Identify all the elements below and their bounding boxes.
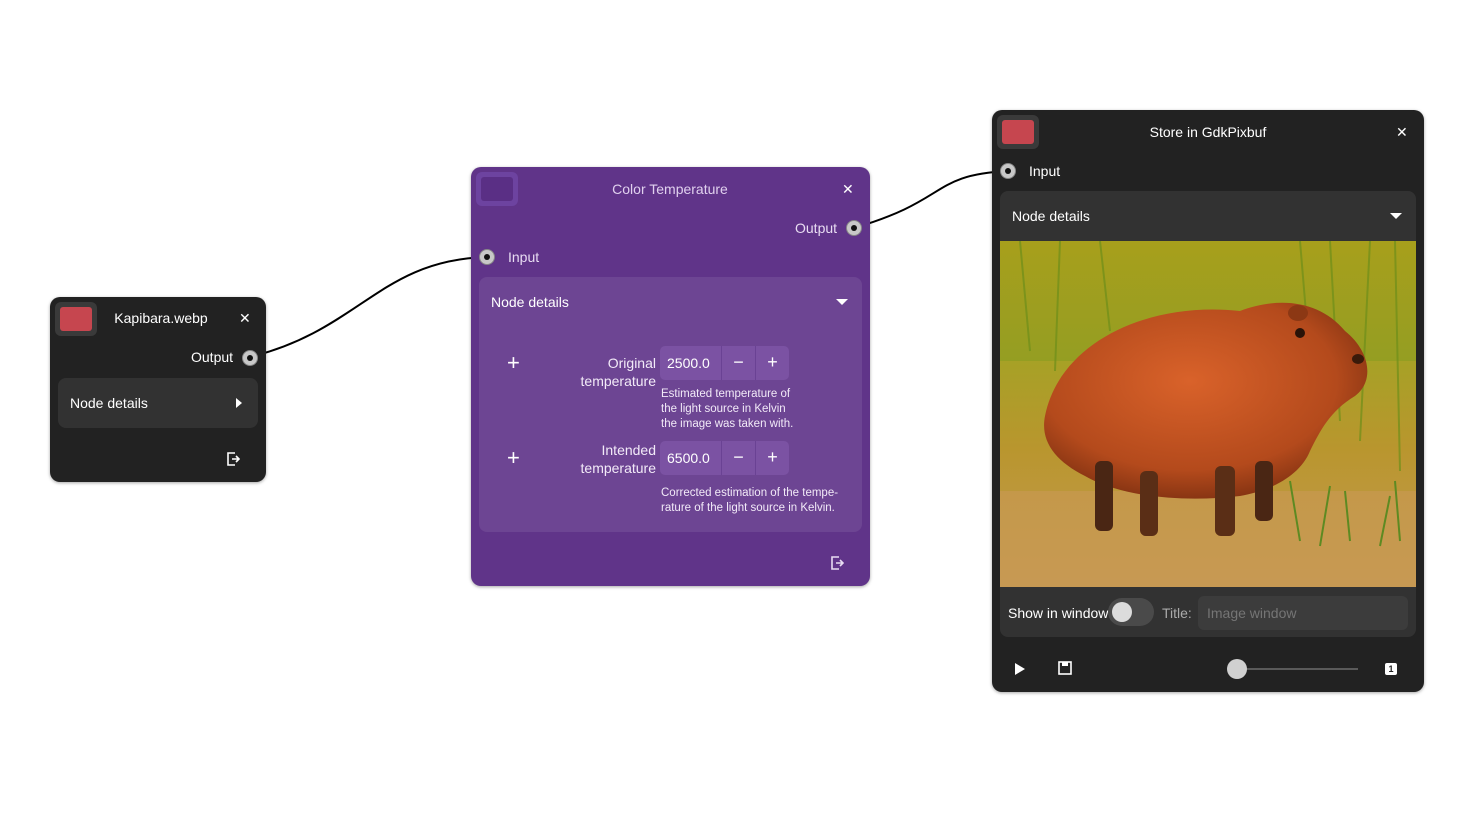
input-port[interactable] [1000, 163, 1016, 179]
original-temperature-spin[interactable]: 2500.0 − + [660, 346, 789, 380]
decrement-button[interactable]: − [722, 441, 756, 475]
node-kapibara[interactable]: Kapibara.webp ✕ Output Node details [50, 297, 266, 482]
node-color-button[interactable] [55, 302, 97, 336]
input-port[interactable] [479, 249, 495, 265]
output-label: Output [191, 349, 234, 365]
save-icon[interactable] [1058, 661, 1072, 675]
intended-temperature-description: Corrected estimation of the tempe-rature… [661, 487, 839, 514]
chevron-down-icon [1390, 213, 1402, 219]
input-label: Input [1029, 163, 1061, 179]
node-store-gdkpixbuf[interactable]: Store in GdkPixbuf ✕ Input Node details [992, 110, 1424, 692]
export-icon[interactable] [830, 556, 844, 570]
node-details-expander[interactable]: Node details [1000, 191, 1416, 637]
node-details-expander[interactable]: Node details [58, 378, 258, 428]
chevron-down-icon [836, 299, 848, 305]
node-details-label: Node details [1012, 208, 1090, 224]
color-swatch [60, 307, 92, 331]
export-icon[interactable] [226, 452, 240, 466]
show-in-window-switch[interactable] [1108, 598, 1154, 626]
node-color-button[interactable] [476, 172, 518, 206]
close-icon[interactable]: ✕ [842, 181, 854, 198]
increment-button[interactable]: + [756, 346, 789, 380]
color-swatch [1002, 120, 1034, 144]
output-label: Output [795, 220, 838, 236]
node-details-expander[interactable]: Node details + Original temperature 2500… [479, 277, 862, 532]
color-swatch [481, 177, 513, 201]
chevron-right-icon [236, 398, 242, 408]
add-keyframe-icon[interactable]: + [507, 447, 520, 469]
fit-icon[interactable]: 1 [1385, 663, 1397, 675]
decrement-button[interactable]: − [722, 346, 756, 380]
node-title: Store in GdkPixbuf [1149, 124, 1267, 140]
node-details-label: Node details [70, 395, 148, 411]
output-port[interactable] [242, 350, 258, 366]
intended-temperature-label: Intended temperature [580, 442, 656, 476]
add-keyframe-icon[interactable]: + [507, 352, 520, 374]
node-color-temperature[interactable]: Color Temperature ✕ Output Input Node de… [471, 167, 870, 586]
close-icon[interactable]: ✕ [239, 310, 251, 327]
node-title: Kapibara.webp [114, 310, 208, 326]
show-in-window-label: Show in window [1008, 605, 1109, 621]
intended-temperature-spin[interactable]: 6500.0 − + [660, 441, 789, 475]
window-title-input[interactable] [1198, 596, 1408, 630]
original-temperature-label: Original temperature [580, 355, 656, 389]
input-label: Input [508, 249, 540, 265]
close-icon[interactable]: ✕ [1396, 124, 1408, 141]
play-icon[interactable] [1014, 662, 1026, 676]
node-details-label: Node details [491, 294, 569, 310]
wire-source-to-colortemp [249, 256, 488, 358]
original-temperature-value[interactable]: 2500.0 [660, 346, 722, 380]
increment-button[interactable]: + [756, 441, 789, 475]
preview-image [1000, 241, 1416, 587]
intended-temperature-value[interactable]: 6500.0 [660, 441, 722, 475]
slider-knob[interactable] [1227, 659, 1247, 679]
switch-knob [1112, 602, 1132, 622]
node-color-button[interactable] [997, 115, 1039, 149]
output-port[interactable] [846, 220, 862, 236]
wire-colortemp-to-sink [853, 170, 1009, 229]
title-label: Title: [1162, 605, 1192, 621]
node-title: Color Temperature [612, 181, 728, 197]
original-temperature-description: Estimated temperature of the light sourc… [661, 388, 794, 430]
zoom-slider[interactable] [1227, 659, 1358, 679]
